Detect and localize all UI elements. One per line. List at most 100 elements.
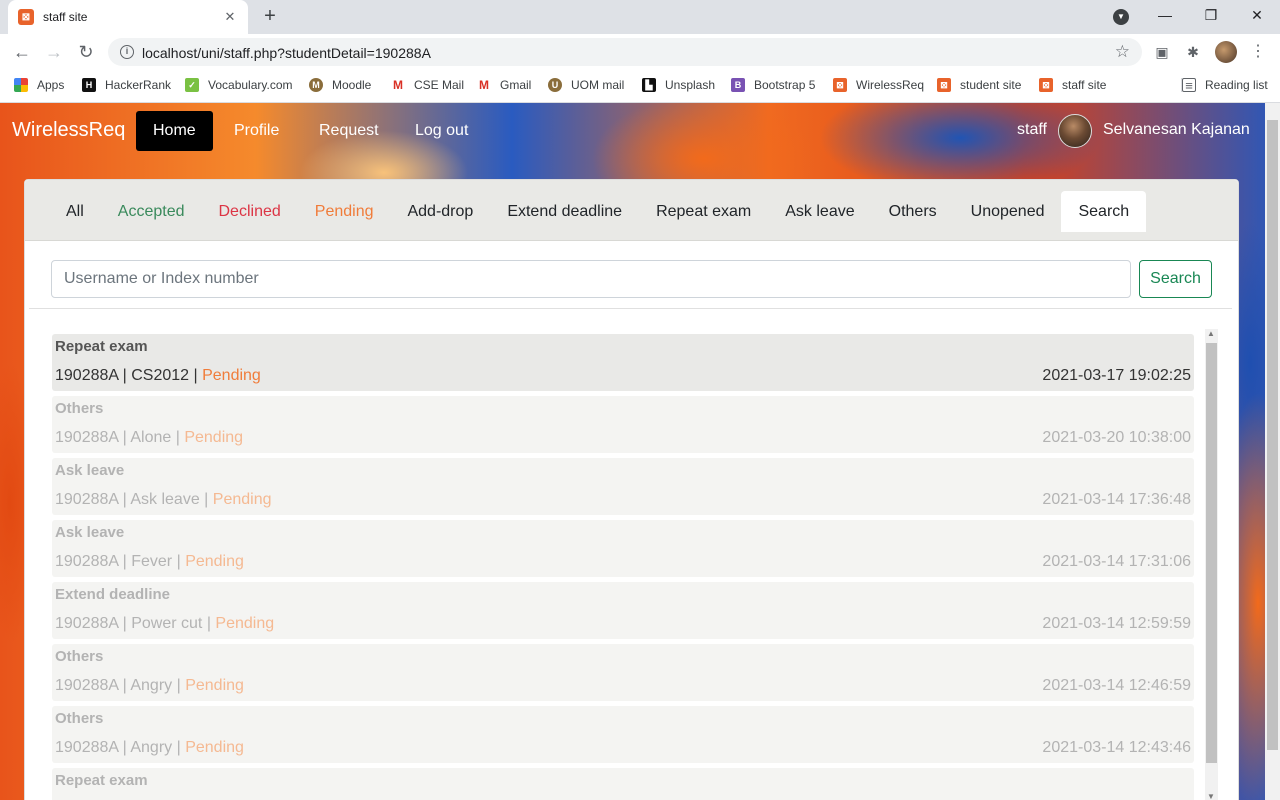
bookmark-staff-site[interactable]: ⊠ staff site: [1039, 78, 1106, 92]
status-badge: Pending: [185, 553, 244, 570]
browser-toolbar: ← → ↻ i localhost/uni/staff.php?studentD…: [0, 34, 1280, 70]
site-info-icon[interactable]: i: [120, 45, 134, 59]
request-type: Others: [55, 400, 104, 417]
tab-declined[interactable]: Declined: [202, 191, 298, 232]
request-summary: 190288A | CS2012 | Pending: [55, 367, 261, 385]
bookmark-vocabulary[interactable]: ✓ Vocabulary.com: [185, 78, 293, 92]
bookmark-uom-mail[interactable]: U UOM mail: [548, 78, 624, 92]
tab-strip: ⊠ staff site ✕ + ▼ — ❐ ✕: [0, 0, 1280, 34]
request-datetime: 2021-03-14 12:59:59: [1042, 615, 1191, 632]
bookmark-star-icon[interactable]: ☆: [1115, 42, 1130, 62]
status-badge: Pending: [185, 739, 244, 756]
nav-logout[interactable]: Log out: [398, 111, 485, 151]
new-tab-button[interactable]: +: [259, 5, 281, 27]
bookmark-moodle[interactable]: M Moodle: [309, 78, 371, 92]
close-window-button[interactable]: ✕: [1234, 0, 1280, 30]
request-index: 190288A: [55, 739, 119, 756]
search-input[interactable]: Username or Index number: [51, 260, 1131, 298]
separator: |: [118, 739, 131, 756]
tab-extend-deadline[interactable]: Extend deadline: [490, 191, 639, 232]
bookmark-gmail[interactable]: M Gmail: [477, 78, 531, 92]
bookmark-cse-mail[interactable]: M CSE Mail: [391, 78, 464, 92]
request-datetime: 2021-03-14 17:31:06: [1042, 553, 1191, 570]
tab-repeat-exam[interactable]: Repeat exam: [639, 191, 768, 232]
list-item[interactable]: Repeat exam 190288A | CS2012 | Pending 202…: [52, 334, 1194, 391]
bookmark-bootstrap[interactable]: B Bootstrap 5: [731, 78, 815, 92]
nav-request[interactable]: Request: [302, 111, 396, 151]
search-button[interactable]: Search: [1139, 260, 1212, 298]
address-bar[interactable]: i localhost/uni/staff.php?studentDetail=…: [108, 38, 1142, 66]
browser-tab[interactable]: ⊠ staff site ✕: [8, 0, 248, 34]
moodle-icon: M: [309, 78, 323, 92]
bookmark-unsplash[interactable]: ▙ Unsplash: [642, 78, 715, 92]
tab-pending[interactable]: Pending: [298, 191, 391, 232]
gmail-icon: M: [391, 78, 405, 92]
extensions-puzzle-icon[interactable]: ✱: [1184, 43, 1202, 61]
request-list-container: Repeat exam 190288A | CS2012 | Pending 202…: [29, 308, 1232, 800]
user-name[interactable]: Selvanesan Kajanan: [1103, 121, 1250, 139]
bookmarks-bar: Apps H HackerRank ✓ Vocabulary.com M Moodle…: [0, 70, 1280, 103]
list-item[interactable]: Repeat exam: [52, 768, 1194, 800]
bookmark-label: staff site: [1062, 78, 1107, 92]
profile-avatar[interactable]: [1215, 41, 1237, 63]
separator: |: [172, 553, 186, 570]
list-scrollbar[interactable]: ▲ ▼: [1205, 329, 1218, 800]
bookmark-label: Unsplash: [665, 78, 716, 92]
tab-search-icon[interactable]: ▼: [1113, 9, 1129, 25]
nav-home[interactable]: Home: [136, 111, 213, 151]
tab-search[interactable]: Search: [1061, 191, 1147, 232]
forward-icon[interactable]: →: [42, 40, 66, 64]
bookmark-label: Vocabulary.com: [208, 78, 293, 92]
request-datetime: 2021-03-14 12:46:59: [1042, 677, 1191, 694]
scroll-down-icon[interactable]: ▼: [1207, 792, 1215, 800]
tab-all[interactable]: All: [49, 191, 101, 232]
bookmark-label: Gmail: [500, 78, 532, 92]
xampp-icon: ⊠: [937, 78, 951, 92]
tab-accepted[interactable]: Accepted: [101, 191, 202, 232]
request-type: Ask leave: [55, 462, 125, 479]
scroll-up-icon[interactable]: ▲: [1207, 329, 1215, 338]
request-index: 190288A: [55, 367, 119, 384]
tab-ask-leave[interactable]: Ask leave: [768, 191, 871, 232]
list-item[interactable]: Others 190288A | Angry | Pending 2021-03-1…: [52, 644, 1194, 701]
avatar[interactable]: [1058, 114, 1092, 148]
list-item[interactable]: Others 190288A | Angry | Pending 2021-03-1…: [52, 706, 1194, 763]
reload-icon[interactable]: ↻: [74, 40, 98, 64]
menu-kebab-icon[interactable]: ⋮: [1249, 43, 1267, 61]
separator: |: [118, 615, 132, 632]
extension-icon[interactable]: ▣: [1153, 43, 1171, 61]
url-text[interactable]: localhost/uni/staff.php?studentDetail=19…: [142, 45, 431, 61]
separator: |: [118, 553, 132, 570]
xampp-icon: ⊠: [18, 9, 34, 25]
browser-chrome: ⊠ staff site ✕ + ▼ — ❐ ✕ ← → ↻ i localho…: [0, 0, 1280, 103]
tab-add-drop[interactable]: Add-drop: [390, 191, 490, 232]
list-item[interactable]: Extend deadline 190288A | Power cut | Pen…: [52, 582, 1194, 639]
nav-profile[interactable]: Profile: [217, 111, 296, 151]
bookmark-hackerrank[interactable]: H HackerRank: [82, 78, 171, 92]
list-item[interactable]: Others 190288A | Alone | Pending 2021-03-2…: [52, 396, 1194, 453]
back-icon[interactable]: ←: [10, 40, 34, 64]
tab-others[interactable]: Others: [872, 191, 954, 232]
list-item[interactable]: Ask leave 190288A | Fever | Pending 2021-0…: [52, 520, 1194, 577]
request-subject: Angry: [130, 677, 173, 694]
site-brand[interactable]: WirelessReq: [12, 119, 125, 142]
bookmark-apps[interactable]: Apps: [14, 78, 64, 92]
list-scrollbar-thumb[interactable]: [1206, 343, 1217, 763]
reading-list[interactable]: ≡ Reading list: [1181, 78, 1268, 93]
list-item[interactable]: Ask leave 190288A | Ask leave | Pending 20…: [52, 458, 1194, 515]
maximize-button[interactable]: ❐: [1188, 0, 1234, 30]
bookmark-label: CSE Mail: [414, 78, 465, 92]
bookmark-student-site[interactable]: ⊠ student site: [937, 78, 1021, 92]
request-type: Extend deadline: [55, 586, 171, 603]
separator: |: [202, 615, 216, 632]
page-scrollbar[interactable]: [1265, 103, 1280, 800]
minimize-button[interactable]: —: [1142, 0, 1188, 30]
moodle-icon: U: [548, 78, 562, 92]
bookmark-wirelessreq[interactable]: ⊠ WirelessReq: [833, 78, 924, 92]
separator: |: [118, 429, 131, 446]
request-subject: Ask leave: [130, 491, 200, 508]
page-scrollbar-thumb[interactable]: [1267, 120, 1278, 750]
close-tab-icon[interactable]: ✕: [222, 9, 238, 25]
tab-unopened[interactable]: Unopened: [954, 191, 1062, 232]
request-index: 190288A: [55, 677, 119, 694]
